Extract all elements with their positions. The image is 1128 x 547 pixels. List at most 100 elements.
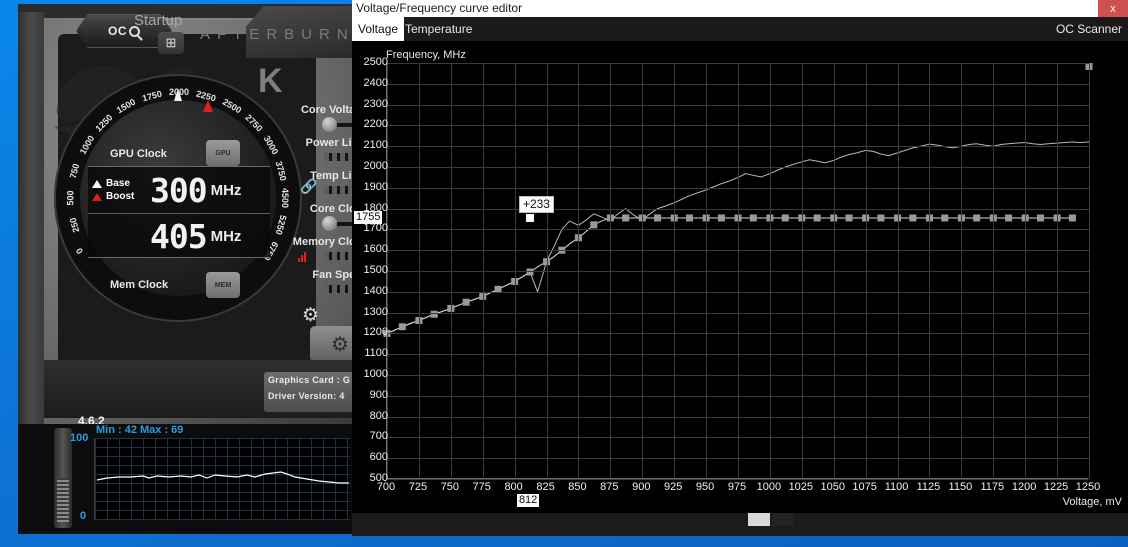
slider-knob-3[interactable] [322,216,337,231]
signal-bars-icon [298,252,306,262]
selected-frequency-box: 1755 [354,210,383,224]
card-info-box: Graphics Card : G Driver Version: 4 [264,372,352,412]
gridline-x-925 [674,63,676,479]
y-tick-2300: 2300 [363,97,388,110]
footer-button-apply[interactable] [748,513,770,526]
gridline-x-850 [578,63,580,479]
boost-label: Boost [106,191,135,202]
curve-point[interactable] [845,214,853,222]
base-legend: Base [92,177,150,190]
monitor-graph[interactable] [94,438,350,520]
monitor-min-max-label: Min : 42 Max : 69 [96,424,184,436]
x-tick-1025: 1025 [788,481,814,493]
gpu-chip-icon: GPU [206,140,240,166]
gauge-title-gpu-clock: GPU Clock [110,148,167,160]
curve-point[interactable] [813,214,821,222]
curve-editor-tabbar: Voltage Temperature OC Scanner [352,17,1128,41]
windows-startup-toggle[interactable]: ⊞ [158,32,184,54]
triangle-up-white-icon [92,179,102,188]
y-tick-1400: 1400 [363,284,388,297]
slider-row-power-limit[interactable]: Power Limit [306,137,352,170]
x-axis-title: Voltage, mV [1062,496,1122,508]
oc-scanner-label[interactable]: OC Scanner [1056,17,1122,41]
gauge-tick-4500: 4500 [280,187,291,209]
tab-voltage[interactable]: Voltage [352,17,405,41]
curve-point[interactable] [685,214,693,222]
footer-button-reset[interactable] [772,513,794,526]
curve-point[interactable] [749,214,757,222]
x-tick-825: 825 [536,481,555,493]
x-tick-975: 975 [727,481,747,493]
curve-point[interactable] [1005,214,1013,222]
x-tick-1050: 1050 [820,481,845,493]
curve-point[interactable] [590,221,598,229]
vf-curve-plot[interactable] [383,63,1093,480]
gauge-tick-500: 500 [65,190,76,206]
mem-chip-icon: MEM [206,272,240,298]
slider-track-5[interactable] [324,285,352,293]
curve-point[interactable] [462,298,470,306]
gridline-x-1150 [961,63,963,479]
curve-point[interactable] [654,214,662,222]
curve-point[interactable] [622,214,630,222]
close-icon[interactable]: x [1098,0,1128,17]
y-tick-1200: 1200 [363,326,388,339]
monitor-scale-top: 100 [70,432,89,444]
boost-legend: Boost [92,190,150,203]
x-tick-750: 750 [440,481,459,493]
curve-point[interactable] [1068,214,1076,222]
monitor-scale-bottom: 0 [80,510,87,522]
y-tick-2200: 2200 [363,118,388,131]
y-tick-2500: 2500 [363,56,388,68]
curve-point[interactable] [877,214,885,222]
curve-editor-window: Voltage/Frequency curve editor x Voltage… [352,0,1128,536]
slider-knob-0[interactable] [322,117,337,132]
x-tick-875: 875 [600,481,619,493]
base-clock-unit: MHz [210,181,242,199]
gauge-readout-panel: Base Boost 300 MHz 405 MHz [88,166,270,258]
slider-row-core-voltage[interactable]: Core Voltage [301,104,352,137]
x-tick-925: 925 [663,481,683,493]
curve-point[interactable] [526,268,534,276]
afterburner-left-bezel [18,12,44,424]
settings-button[interactable]: ⚙ [310,326,352,362]
x-tick-950: 950 [695,481,715,493]
curve-point[interactable] [1036,214,1044,222]
y-axis-title: Frequency, MHz [386,49,466,61]
curve-point[interactable] [717,214,725,222]
small-gear-icon[interactable]: ⚙ [302,304,319,327]
slider-row-core-clock[interactable]: Core Clock [308,203,352,236]
selected-curve-point[interactable] [525,213,534,222]
screen-root: OC AFTERBURNER K 02505007501000125015001… [0,0,1128,547]
slider-row-memory-clock[interactable]: Memory Clock [293,236,352,269]
x-tick-1000: 1000 [756,481,782,493]
x-tick-1150: 1150 [948,481,973,493]
x-tick-775: 775 [472,481,491,493]
y-tick-2400: 2400 [363,76,388,89]
gpu-clock-gauge[interactable]: 0 250 500 750 1000 1250 1500 1750 2000 2250 2500 27… [54,74,302,322]
curve-point[interactable] [398,323,406,331]
x-tick-1200: 1200 [1011,481,1037,493]
gauge-tick-2000: 2000 [169,87,190,97]
curve-point[interactable] [781,214,789,222]
gridline-x-1100 [897,63,899,479]
slider-track-1[interactable] [324,153,352,161]
gridline-x-1050 [833,63,835,479]
slider-track-4[interactable] [324,252,352,260]
x-tick-1100: 1100 [884,481,909,493]
slider-row-temp-limit[interactable]: Temp Limit [308,170,352,203]
triangle-up-red-icon [92,192,102,201]
x-tick-1225: 1225 [1043,481,1069,493]
slider-row-fan-speed[interactable]: Fan Speed [308,269,352,302]
x-tick-1175: 1175 [980,481,1005,493]
slider-track-2[interactable] [324,186,352,194]
gridline-x-1125 [929,63,931,479]
curve-point[interactable] [941,214,949,222]
tab-temperature[interactable]: Temperature [399,17,478,41]
startup-label: Startup [134,12,183,29]
curve-point[interactable] [973,214,981,222]
curve-editor-title: Voltage/Frequency curve editor [352,0,1128,17]
gridline-x-875 [610,63,612,479]
driver-version-line: Driver Version: 4 [268,391,352,401]
curve-point[interactable] [909,214,917,222]
